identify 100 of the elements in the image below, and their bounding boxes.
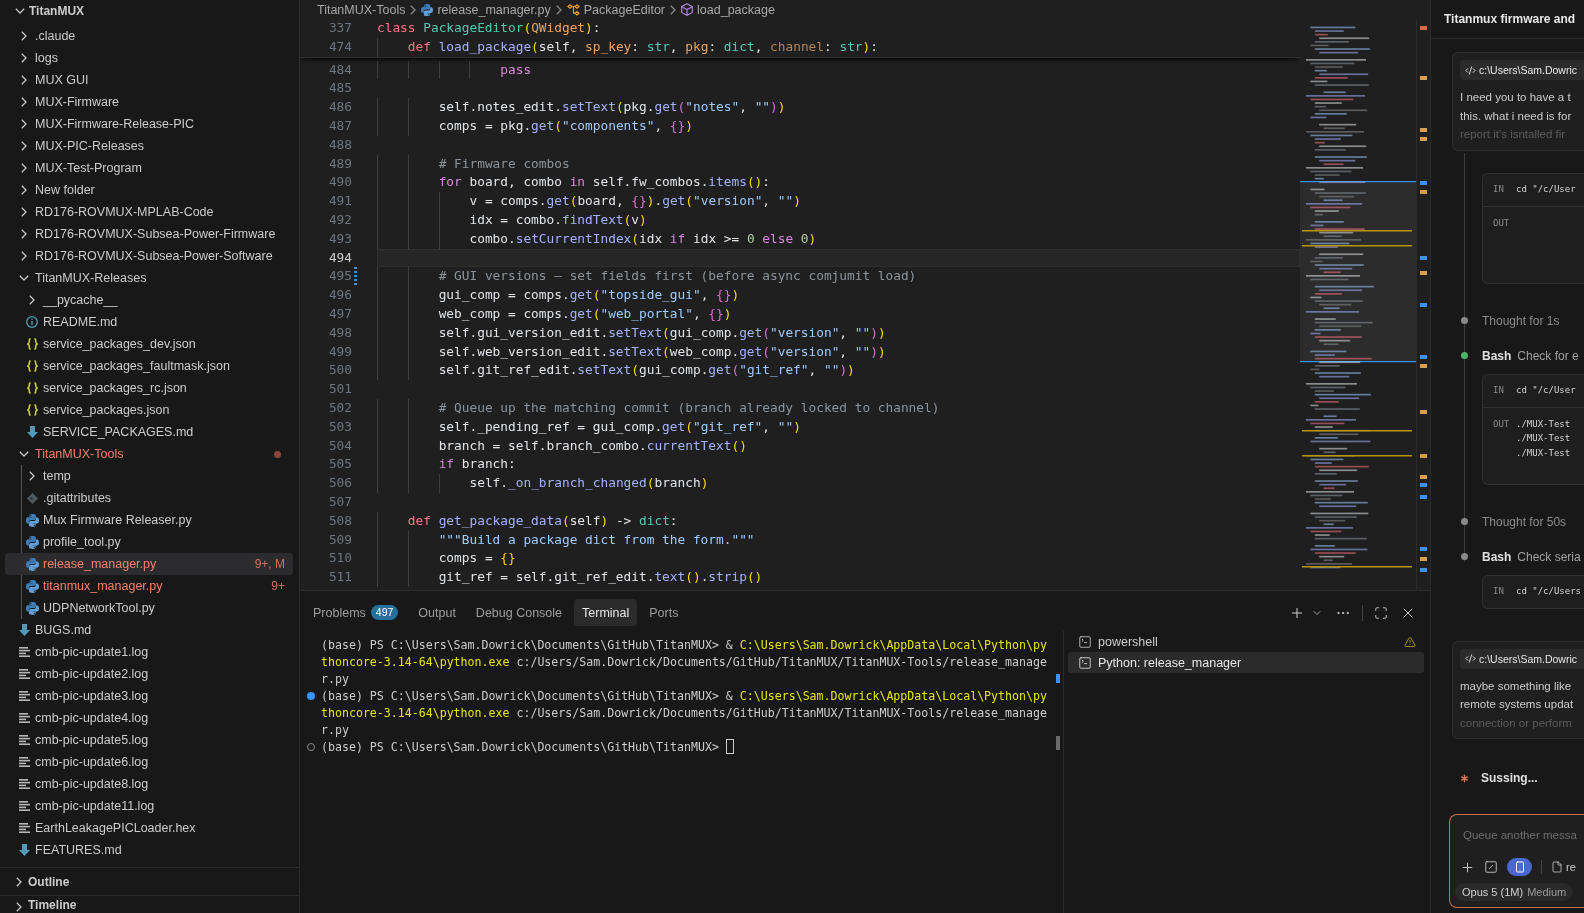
line-number: 486 — [327, 98, 352, 117]
plus-icon[interactable] — [1460, 859, 1475, 875]
file-item[interactable]: service_packages.json — [5, 399, 293, 421]
panel-tab[interactable]: Terminal — [574, 599, 638, 626]
file-context-button[interactable]: re — [1551, 861, 1576, 873]
file-item[interactable]: README.md — [5, 311, 293, 333]
code-line: self.git_ref_edit.setText(gui_comp.get("git_ref", "")) — [438, 361, 855, 380]
file-item[interactable]: profile_tool.py — [5, 531, 293, 553]
folder-item[interactable]: RD176-ROVMUX-Subsea-Power-Firmware — [5, 223, 293, 245]
block-label: IN — [1493, 585, 1505, 599]
file-item[interactable]: Mux Firmware Releaser.py — [5, 509, 293, 531]
folder-item[interactable]: MUX-Firmware — [5, 91, 293, 113]
phone-icon — [1513, 861, 1526, 873]
problem-count: 9+, M — [254, 557, 285, 571]
file-item[interactable]: BUGS.md — [5, 619, 293, 641]
file-reference-chip[interactable]: c:\Users\Sam.Dowric — [1460, 60, 1584, 80]
folder-item[interactable]: temp — [5, 465, 293, 487]
file-item[interactable]: cmb-pic-update6.log — [5, 751, 293, 773]
text-lines-icon — [18, 757, 30, 767]
scrollbar[interactable] — [1416, 19, 1430, 590]
file-item[interactable]: service_packages_rc.json — [5, 377, 293, 399]
message-text: maybe something like remote systems updat connection or perform — [1460, 678, 1575, 731]
file-item[interactable]: cmb-pic-update4.log — [5, 707, 293, 729]
workspace-folder[interactable]: TitanMUX — [5, 0, 293, 22]
folder-item[interactable]: RD176-ROVMUX-MPLAB-Code — [5, 201, 293, 223]
file-item[interactable]: cmb-pic-update3.log — [5, 685, 293, 707]
model-selector[interactable]: Opus 5 (1M) Medium — [1455, 883, 1574, 901]
code-line: gui_comp = comps.get("topside_gui", {}) — [438, 286, 740, 305]
folder-item[interactable]: MUX-Firmware-Release-PIC — [5, 113, 293, 135]
terminal-line: (base) PS C:\Users\Sam.Dowrick\Documents\GitHub\TitanMUX> — [321, 739, 719, 754]
thought-label[interactable]: Thought for 50s — [1482, 514, 1567, 529]
file-item[interactable]: UDPNetworkTool.py — [5, 597, 293, 619]
thought-label[interactable]: Thought for 1s — [1482, 313, 1560, 328]
line-number: 498 — [327, 323, 352, 342]
folder-item[interactable]: __pycache__ — [5, 289, 293, 311]
folder-item[interactable]: TitanMUX-Tools — [5, 443, 293, 465]
line-number: 501 — [327, 380, 352, 399]
terminal-line: thoncore-3.14-64\python.exe c:/Users/Sam.Dowrick/Documents/GitHub/TitanMUX/TitanMUX-Tools/release_manage — [321, 654, 1047, 669]
terminal-item[interactable]: Python: release_manager — [1068, 652, 1424, 673]
line-number: 493 — [327, 229, 352, 248]
file-item[interactable]: SERVICE_PACKAGES.md — [5, 421, 293, 443]
info-icon — [26, 316, 38, 328]
file-item[interactable]: .gitattributes — [5, 487, 293, 509]
file-item[interactable]: service_packages_faultmask.json — [5, 355, 293, 377]
file-item[interactable]: cmb-pic-update11.log — [5, 795, 293, 817]
message-input[interactable]: Queue another messa — [1450, 815, 1584, 855]
message-composer[interactable]: Queue another messa re Opus 5 (1M) Medium — [1449, 814, 1584, 908]
folder-item[interactable]: .claude — [5, 25, 293, 47]
output-line: ./MUX-Test — [1516, 417, 1571, 431]
terminal-icon — [1078, 634, 1092, 649]
panel-tab[interactable]: Problems 497 — [305, 599, 407, 626]
file-item[interactable]: service_packages_dev.json — [5, 333, 293, 355]
python-file-icon — [25, 513, 39, 527]
file-item[interactable]: release_manager.py 9+, M — [5, 553, 293, 575]
file-reference-chip[interactable]: c:\Users\Sam.Dowric — [1460, 648, 1584, 669]
line-number: 510 — [327, 549, 352, 568]
line-number: 494 — [327, 248, 352, 267]
file-item[interactable]: cmb-pic-update2.log — [5, 663, 293, 685]
code-line: self.notes_edit.setText(pkg.get("notes", "")) — [438, 98, 786, 117]
python-file-icon — [421, 3, 434, 16]
maximize-icon[interactable] — [1374, 605, 1388, 620]
breadcrumb-item[interactable]: PackageEditor — [566, 2, 666, 17]
folder-item[interactable]: RD176-ROVMUX-Subsea-Power-Software — [5, 245, 293, 267]
breadcrumb-item[interactable]: release_manager.py — [421, 2, 551, 17]
file-item[interactable]: titanmux_manager.py 9+ — [5, 575, 293, 597]
folder-item[interactable]: logs — [5, 47, 293, 69]
terminal-line: r.py — [321, 671, 349, 686]
down-arrow-icon — [18, 844, 30, 856]
braces-icon — [26, 404, 38, 416]
line-number: 495 — [327, 267, 352, 286]
text-lines-icon — [18, 647, 30, 657]
folder-item[interactable]: TitanMUX-Releases — [5, 267, 293, 289]
folder-item[interactable]: MUX-Test-Program — [5, 157, 293, 179]
breadcrumb-item[interactable]: TitanMUX-Tools — [317, 2, 406, 17]
folder-item[interactable]: New folder — [5, 179, 293, 201]
section-header[interactable]: Outline — [0, 867, 299, 895]
chevron-right-icon — [410, 4, 417, 15]
folder-item[interactable]: MUX-PIC-Releases — [5, 135, 293, 157]
line-number: 490 — [327, 173, 352, 192]
panel-tab[interactable]: Ports — [641, 599, 687, 626]
file-item[interactable]: EarthLeakagePICLoader.hex — [5, 817, 293, 839]
file-item[interactable]: cmb-pic-update8.log — [5, 773, 293, 795]
code-icon — [1465, 653, 1476, 664]
panel-tab[interactable]: Debug Console — [467, 599, 571, 626]
code-line: self._on_branch_changed(branch) — [469, 474, 709, 493]
terminal-item[interactable]: powershell — [1068, 631, 1424, 652]
command-text: cd "/c/User — [1516, 183, 1576, 197]
code-line: # GUI versions — set fields first (before async comjumit load) — [438, 267, 917, 286]
file-item[interactable]: FEATURES.md — [5, 839, 293, 861]
folder-item[interactable]: MUX GUI — [5, 69, 293, 91]
breadcrumb-item[interactable]: load_package — [681, 2, 775, 17]
code-line: if branch: — [438, 455, 516, 474]
file-item[interactable]: cmb-pic-update1.log — [5, 641, 293, 663]
device-toggle-button[interactable] — [1507, 858, 1532, 876]
section-header[interactable]: Timeline — [0, 895, 299, 913]
file-item[interactable]: cmb-pic-update5.log — [5, 729, 293, 751]
panel-tab[interactable]: Output — [410, 599, 464, 626]
slash-square-icon[interactable] — [1484, 860, 1498, 874]
code-line: pass — [500, 60, 532, 79]
command-dot-icon[interactable] — [306, 691, 315, 700]
